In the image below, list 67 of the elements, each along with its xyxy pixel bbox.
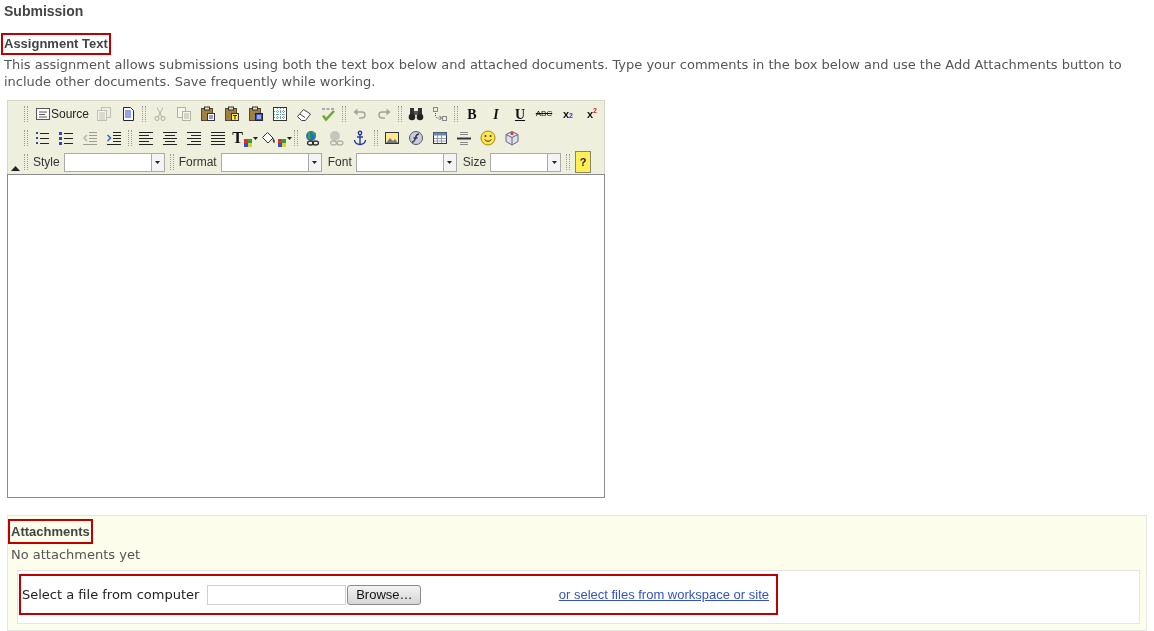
superscript-button[interactable]: x$^{2}$ <box>580 103 604 125</box>
file-path-field[interactable] <box>207 584 347 605</box>
collapse-arrow-icon[interactable] <box>10 166 20 171</box>
swirl-disc-icon <box>408 130 424 146</box>
image-icon <box>384 130 400 146</box>
instructions-text: This assignment allows submissions using both the text box below and attached documents. Type your comments in the box below and use the Add Attachments button to include other documents. Save frequently while working. <box>4 56 1123 90</box>
file-select-label: Select a file from computer <box>22 585 200 604</box>
strikethrough-button[interactable]: ABC <box>532 103 556 125</box>
caret-icon <box>286 136 292 140</box>
dropdown-label: Style <box>33 154 60 171</box>
color-swatch-icon <box>243 139 252 147</box>
eraser-icon <box>296 106 312 122</box>
italic-button[interactable]: I <box>484 103 508 125</box>
dropdown-field[interactable] <box>355 152 457 172</box>
section-title: Attachments <box>8 519 93 544</box>
align-right-icon <box>186 130 202 146</box>
text-document-icon <box>120 106 136 122</box>
caret-icon <box>312 160 318 164</box>
table-icon <box>432 130 448 146</box>
align-center-icon <box>162 130 178 146</box>
dropdown-field[interactable] <box>220 152 322 172</box>
clipboard-icon <box>200 106 216 122</box>
align-left-icon <box>138 130 154 146</box>
dropdown-field[interactable] <box>63 152 165 172</box>
underline-button[interactable]: U <box>508 103 532 125</box>
scissors-icon <box>152 106 168 122</box>
binoculars-icon <box>408 106 424 122</box>
redo-icon <box>376 106 392 122</box>
text-color-button[interactable]: T <box>230 127 260 149</box>
smiley-icon <box>480 130 496 146</box>
horizontal-rule-icon <box>456 130 472 146</box>
justify-icon <box>210 130 226 146</box>
caret-icon <box>551 160 557 164</box>
documents-icon <box>96 106 112 122</box>
dropdown-label: Font <box>327 154 352 171</box>
copy-icon <box>176 106 192 122</box>
replace-icon <box>432 106 448 122</box>
numbered-list-icon <box>34 130 50 146</box>
browse-button[interactable]: Browse… <box>347 584 422 605</box>
help-button[interactable]: ? <box>575 151 592 173</box>
document-icon <box>35 106 51 122</box>
color-swatch-icon <box>277 139 286 147</box>
bold-button[interactable]: B <box>460 103 484 125</box>
dropdown-field[interactable] <box>490 152 562 172</box>
caret-icon <box>447 160 453 164</box>
indent-icon <box>106 130 122 146</box>
clipboard-doc-icon <box>248 106 264 122</box>
grid-icon <box>272 106 288 122</box>
clipboard-note-icon <box>224 106 240 122</box>
dropdown-label: Size <box>462 154 487 171</box>
cube-icon <box>504 130 520 146</box>
caret-icon <box>155 160 161 164</box>
spellcheck-icon <box>320 106 336 122</box>
globe-link-icon <box>304 130 320 146</box>
globe-unlink-icon <box>328 130 344 146</box>
caret-icon <box>252 136 258 140</box>
bulleted-list-icon <box>58 130 74 146</box>
outdent-icon <box>82 130 98 146</box>
attachments-status: No attachments yet <box>10 547 142 563</box>
section-title: Assignment Text <box>1 33 111 55</box>
page-heading: Submission <box>4 3 85 19</box>
source-button[interactable]: Source <box>32 103 92 125</box>
dropdown-label: Format <box>178 154 217 171</box>
workspace-files-link[interactable]: or select files from workspace or site <box>558 584 769 605</box>
paint-bucket-icon <box>260 130 277 146</box>
anchor-icon <box>352 130 368 146</box>
undo-icon <box>352 106 368 122</box>
